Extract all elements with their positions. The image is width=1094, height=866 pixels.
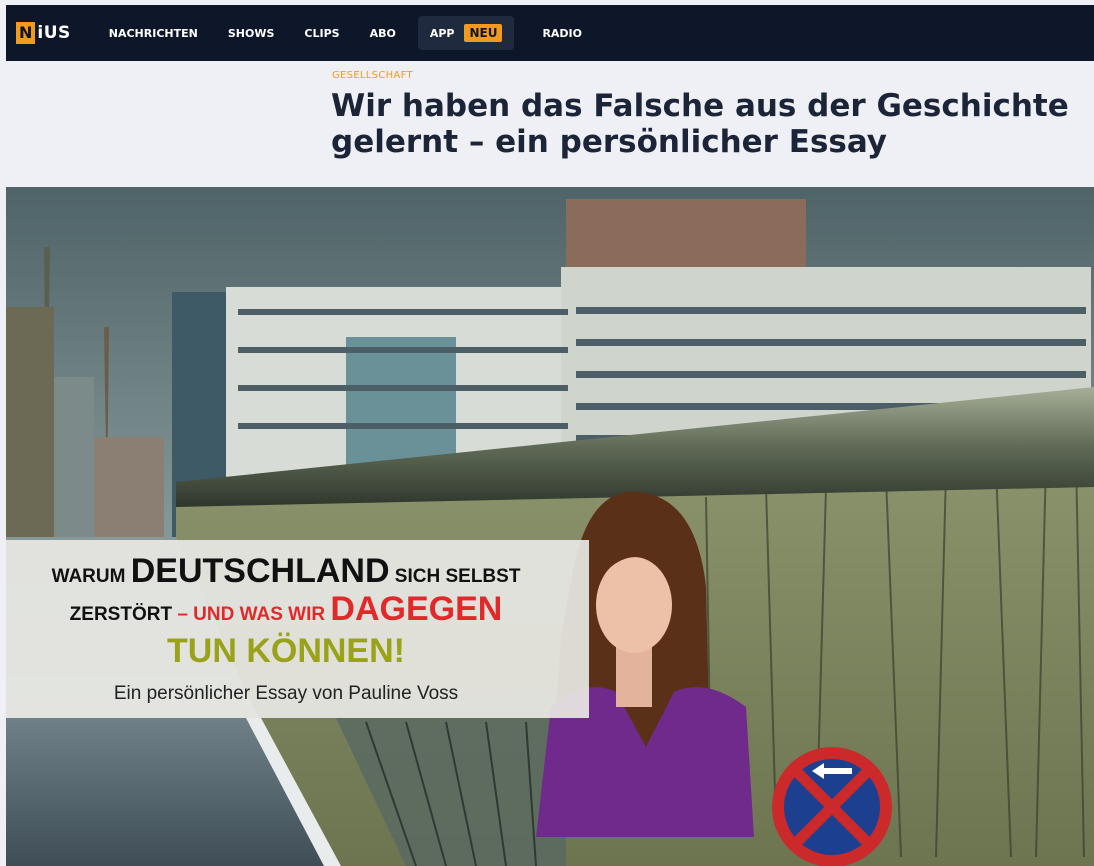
logo-badge: N — [16, 22, 36, 44]
banner-text: – UND WAS WIR — [172, 604, 331, 625]
banner-text: ZERSTÖRT — [69, 604, 173, 625]
no-stopping-sign — [772, 747, 892, 866]
banner-text: DAGEGEN — [330, 590, 503, 628]
nav-item-clips[interactable]: CLIPS — [304, 27, 339, 40]
banner-line-2: ZERSTÖRT – UND WAS WIR DAGEGEN — [6, 590, 566, 629]
nav-item-shows[interactable]: SHOWS — [228, 27, 275, 40]
nav-item-radio[interactable]: RADIO — [542, 27, 582, 40]
article-category[interactable]: GESELLSCHAFT — [332, 70, 413, 81]
berlin-wall-scene — [6, 187, 1094, 866]
banner-line-1: WARUM DEUTSCHLAND SICH SELBST — [6, 552, 566, 591]
app-label: APP — [429, 26, 455, 40]
nav-item-app[interactable]: APP NEU — [417, 16, 515, 50]
logo-text: iUS — [37, 23, 71, 43]
banner-line-3: TUN KÖNNEN! — [167, 632, 405, 670]
hero-image[interactable]: WARUM DEUTSCHLAND SICH SELBST ZERSTÖRT –… — [6, 187, 1094, 866]
new-badge: NEU — [464, 24, 503, 42]
article-headline: Wir haben das Falsche aus der Geschichte… — [331, 88, 1069, 160]
nav-item-nachrichten[interactable]: NACHRICHTEN — [109, 27, 198, 40]
top-nav: N iUS NACHRICHTEN SHOWS CLIPS ABO APP NE… — [6, 5, 1094, 61]
nav-item-abo[interactable]: ABO — [370, 27, 396, 40]
nius-logo[interactable]: N iUS — [16, 22, 71, 44]
banner-text: DEUTSCHLAND — [130, 552, 390, 590]
banner-text: SICH SELBST — [389, 566, 521, 587]
essay-banner: WARUM DEUTSCHLAND SICH SELBST ZERSTÖRT –… — [6, 540, 589, 718]
banner-text: WARUM — [51, 566, 131, 587]
banner-byline: Ein persönlicher Essay von Pauline Voss — [113, 683, 459, 704]
